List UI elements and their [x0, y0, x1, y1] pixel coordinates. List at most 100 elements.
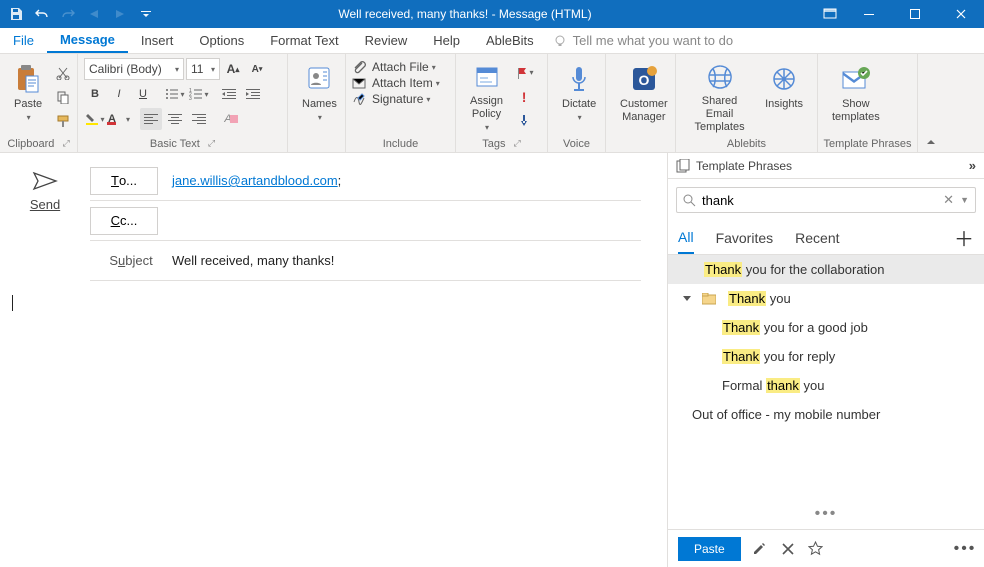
maximize-icon[interactable] — [892, 0, 938, 28]
compose-area: Send To... jane.willis@artandblood.com; … — [0, 153, 667, 567]
favorite-template-icon[interactable] — [807, 540, 825, 558]
svg-text:O: O — [638, 72, 649, 88]
subject-field[interactable]: Well received, many thanks! — [172, 253, 641, 268]
customer-manager-button[interactable]: O Customer Manager — [612, 60, 676, 134]
group-tags: Assign Policy▾ ▾ ! Tags⤢ — [456, 54, 548, 152]
attach-item-button[interactable]: Attach Item▾ — [352, 76, 440, 90]
high-importance-icon[interactable]: ! — [513, 86, 535, 108]
minimize-icon[interactable] — [846, 0, 892, 28]
shared-email-templates-button[interactable]: Shared Email Templates — [682, 60, 757, 134]
edit-template-icon[interactable] — [751, 540, 769, 558]
tell-me[interactable]: Tell me what you want to do — [553, 28, 733, 53]
group-template-phrases: Show templates Template Phrases — [818, 54, 918, 152]
templates-search[interactable]: ✕ ▼ — [676, 187, 976, 213]
tab-help[interactable]: Help — [420, 28, 473, 53]
templates-tab-favorites[interactable]: Favorites — [716, 221, 774, 254]
numbering-icon[interactable]: 123▾ — [188, 83, 210, 105]
format-painter-icon[interactable] — [52, 110, 74, 132]
template-item[interactable]: Thank you — [668, 284, 984, 313]
subject-label: Subject — [90, 253, 172, 268]
align-right-icon[interactable] — [188, 108, 210, 130]
tab-message[interactable]: Message — [47, 28, 128, 53]
templates-search-input[interactable] — [702, 193, 937, 208]
shrink-font-icon[interactable]: A▾ — [246, 58, 268, 80]
templates-list: Thank you for the collaborationThank you… — [668, 255, 984, 503]
cut-icon[interactable] — [52, 62, 74, 84]
templates-menu-icon[interactable]: ••• — [956, 540, 974, 558]
templates-tab-recent[interactable]: Recent — [795, 221, 839, 254]
names-button[interactable]: Names▾ — [294, 60, 345, 134]
to-field[interactable]: jane.willis@artandblood.com; — [172, 173, 641, 188]
highlight-icon[interactable]: ▾ — [84, 108, 106, 130]
underline-icon[interactable]: U — [132, 83, 154, 105]
undo-icon[interactable] — [32, 3, 52, 25]
increase-indent-icon[interactable] — [242, 83, 264, 105]
template-item[interactable]: Thank you for the collaboration — [668, 255, 984, 284]
templates-pane-title: Template Phrases — [696, 159, 792, 173]
group-basic-text: Calibri (Body)▾ 11▾ A▴ A▾ B I U ▾ 123▾ ▾… — [78, 54, 288, 152]
template-item[interactable]: Out of office - my mobile number — [668, 400, 984, 429]
title-bar: Well received, many thanks! - Message (H… — [0, 0, 984, 28]
collapse-ribbon-icon[interactable] — [918, 54, 944, 152]
insights-button[interactable]: Insights — [757, 60, 811, 134]
followup-flag-icon[interactable]: ▾ — [513, 62, 535, 84]
message-body[interactable] — [0, 281, 667, 567]
expand-pane-icon[interactable]: » — [969, 158, 976, 173]
clear-format-icon[interactable]: A — [220, 108, 242, 130]
prev-icon[interactable] — [84, 3, 104, 25]
font-size-select[interactable]: 11▾ — [186, 58, 220, 80]
attach-file-button[interactable]: Attach File▾ — [352, 60, 436, 74]
templates-tab-all[interactable]: All — [678, 221, 694, 254]
dictate-button[interactable]: Dictate▾ — [554, 60, 604, 134]
group-ablebits: Shared Email Templates Insights Ablebits — [676, 54, 818, 152]
templates-pane-icon — [676, 159, 690, 173]
tab-review[interactable]: Review — [352, 28, 421, 53]
bullets-icon[interactable]: ▾ — [164, 83, 186, 105]
send-button[interactable]: Send — [30, 171, 60, 212]
qat-more-icon[interactable] — [136, 3, 156, 25]
bold-icon[interactable]: B — [84, 83, 106, 105]
tab-file[interactable]: File — [0, 28, 47, 53]
group-customer-manager: O Customer Manager — [606, 54, 676, 152]
tab-format-text[interactable]: Format Text — [257, 28, 351, 53]
ribbon-tabs: File Message Insert Options Format Text … — [0, 28, 984, 54]
delete-template-icon[interactable] — [779, 540, 797, 558]
templates-more-icon[interactable]: ••• — [668, 503, 984, 529]
grow-font-icon[interactable]: A▴ — [222, 58, 244, 80]
show-templates-button[interactable]: Show templates — [824, 60, 888, 134]
assign-policy-button[interactable]: Assign Policy▾ — [462, 60, 511, 134]
signature-button[interactable]: Signature▾ — [352, 92, 430, 106]
template-item[interactable]: Thank you for reply — [668, 342, 984, 371]
tab-insert[interactable]: Insert — [128, 28, 187, 53]
window-title: Well received, many thanks! - Message (H… — [156, 7, 814, 21]
cc-button[interactable]: Cc... — [90, 207, 158, 235]
template-item[interactable]: Thank you for a good job — [668, 313, 984, 342]
tab-ablebits[interactable]: AbleBits — [473, 28, 547, 53]
ribbon-display-icon[interactable] — [814, 0, 846, 28]
search-icon — [683, 194, 696, 207]
add-template-button[interactable]: ＋ — [954, 223, 974, 252]
search-options-icon[interactable]: ▼ — [960, 195, 969, 205]
copy-icon[interactable] — [52, 86, 74, 108]
close-icon[interactable] — [938, 0, 984, 28]
paste-template-button[interactable]: Paste — [678, 537, 741, 561]
clear-search-icon[interactable]: ✕ — [943, 192, 954, 208]
group-clipboard: Paste ▾ Clipboard⤢ — [0, 54, 78, 152]
tab-options[interactable]: Options — [186, 28, 257, 53]
to-button[interactable]: To... — [90, 167, 158, 195]
work-area: Send To... jane.willis@artandblood.com; … — [0, 153, 984, 567]
align-left-icon[interactable] — [140, 108, 162, 130]
template-item[interactable]: Formal thank you — [668, 371, 984, 400]
redo-icon[interactable] — [58, 3, 78, 25]
ribbon: Paste ▾ Clipboard⤢ Calibri (Body)▾ 11▾ A… — [0, 54, 984, 153]
align-center-icon[interactable] — [164, 108, 186, 130]
font-name-select[interactable]: Calibri (Body)▾ — [84, 58, 184, 80]
decrease-indent-icon[interactable] — [218, 83, 240, 105]
font-color-icon[interactable]: A▾ — [108, 108, 130, 130]
italic-icon[interactable]: I — [108, 83, 130, 105]
next-icon[interactable] — [110, 3, 130, 25]
group-names: Names▾ — [288, 54, 346, 152]
save-icon[interactable] — [6, 3, 26, 25]
low-importance-icon[interactable] — [513, 110, 535, 132]
paste-button[interactable]: Paste ▾ — [6, 60, 50, 134]
